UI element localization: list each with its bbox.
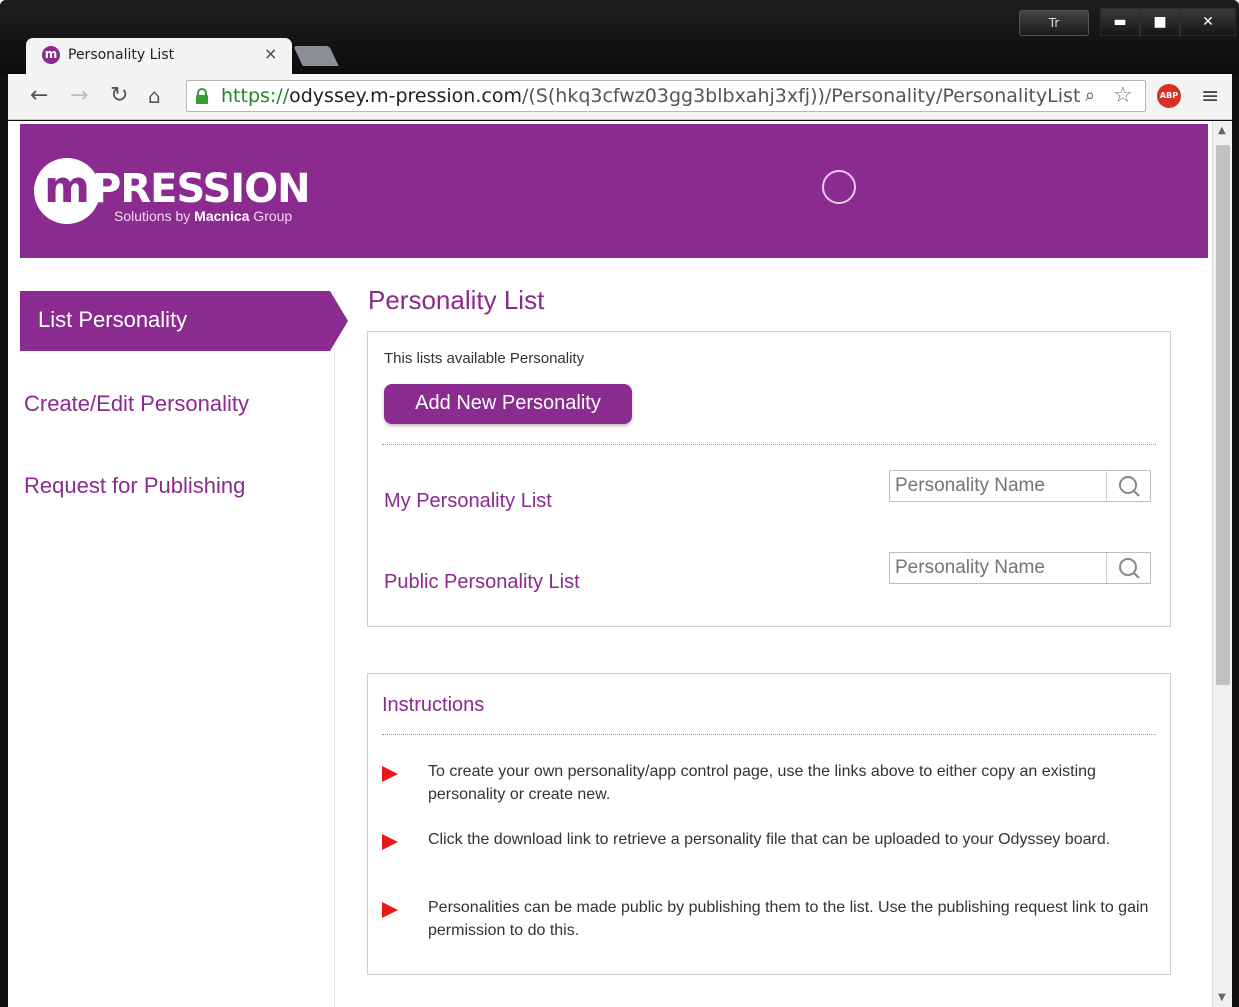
vertical-scrollbar[interactable]: ▲ ▼	[1212, 121, 1232, 1007]
url-text: https://odyssey.m-pression.com/(S(hkq3cf…	[221, 85, 1081, 107]
tab-close-icon[interactable]: ×	[264, 44, 277, 63]
public-personality-search	[889, 552, 1151, 584]
adblock-icon[interactable]: ABP	[1157, 84, 1181, 108]
home-icon[interactable]: ⌂	[148, 84, 161, 108]
scroll-up-icon[interactable]: ▲	[1218, 125, 1226, 136]
address-bar[interactable]: https://odyssey.m-pression.com/(S(hkq3cf…	[186, 80, 1146, 112]
personality-list-panel: This lists available Personality Add New…	[367, 331, 1171, 627]
arrow-bullet-icon	[382, 902, 398, 918]
sidebar-item-create-edit-personality[interactable]: Create/Edit Personality	[24, 391, 249, 417]
logo-wordmark: PRESSION	[92, 166, 311, 212]
zoom-icon[interactable]: ⌕	[1085, 85, 1095, 106]
my-personality-search	[889, 470, 1151, 502]
instruction-text: Click the download link to retrieve a pe…	[428, 831, 1111, 848]
instruction-text: To create your own personality/app contr…	[428, 763, 1096, 803]
search-icon[interactable]	[1106, 553, 1150, 583]
back-icon[interactable]: ←	[30, 84, 48, 108]
loading-spinner-icon	[822, 170, 856, 204]
sidebar-item-list-personality[interactable]: List Personality	[20, 291, 348, 351]
instructions-panel: Instructions To create your own personal…	[367, 673, 1171, 975]
close-button[interactable]: ✕	[1180, 8, 1236, 36]
add-new-personality-button[interactable]: Add New Personality	[384, 384, 632, 424]
my-personality-search-input[interactable]	[890, 471, 1106, 501]
public-personality-list-link[interactable]: Public Personality List	[384, 571, 580, 594]
scroll-down-icon[interactable]: ▼	[1218, 992, 1226, 1003]
url-scheme: https://	[221, 85, 290, 107]
lock-icon	[196, 88, 208, 104]
window-controls: ▬ ■ ✕	[1100, 8, 1236, 36]
logo-mark: m	[34, 158, 100, 224]
sidebar-item-label: List Personality	[38, 307, 188, 332]
scrollbar-thumb[interactable]	[1216, 145, 1230, 685]
logo-tagline-brand: Macnica	[194, 208, 250, 224]
url-path: /(S(hkq3cfwz03gg3blbxahj3xfj))/Personali…	[521, 85, 1081, 107]
title-bar: m Personality List × Tr ▬ ■ ✕	[0, 0, 1239, 74]
logo-tagline: Solutions by Macnica Group	[114, 208, 292, 224]
site-header: m PRESSION Solutions by Macnica Group	[20, 124, 1208, 258]
reload-icon[interactable]: ↻	[110, 84, 128, 108]
intro-text: This lists available Personality	[384, 350, 585, 367]
logo-tagline-suffix: Group	[249, 208, 293, 224]
favicon-icon: m	[42, 46, 60, 64]
instruction-text: Personalities can be made public by publ…	[428, 899, 1149, 939]
browser-tab[interactable]: m Personality List ×	[26, 38, 292, 74]
my-personality-list-link[interactable]: My Personality List	[384, 490, 552, 513]
minimize-button[interactable]: ▬	[1100, 8, 1140, 36]
tab-title: Personality List	[68, 47, 175, 63]
arrow-bullet-icon	[382, 766, 398, 782]
forward-icon[interactable]: →	[70, 84, 88, 108]
logo-tagline-prefix: Solutions by	[114, 208, 195, 224]
browser-window: m Personality List × Tr ▬ ■ ✕ ← → ↻ ⌂ ht…	[0, 0, 1239, 1007]
instructions-title: Instructions	[382, 694, 485, 716]
divider	[382, 444, 1156, 445]
sidebar-item-request-publishing[interactable]: Request for Publishing	[24, 473, 245, 499]
extension-button[interactable]: Tr	[1019, 10, 1089, 36]
page-viewport: m PRESSION Solutions by Macnica Group Li…	[8, 121, 1232, 1007]
search-icon[interactable]	[1106, 471, 1150, 501]
url-host: odyssey.m-pression.com	[289, 85, 522, 107]
public-personality-search-input[interactable]	[890, 553, 1106, 583]
sidebar: List Personality Create/Edit Personality…	[20, 291, 348, 1007]
page-title: Personality List	[368, 285, 545, 315]
browser-toolbar: ← → ↻ ⌂ https://odyssey.m-pression.com/(…	[8, 74, 1232, 120]
star-icon[interactable]: ☆	[1113, 83, 1133, 108]
divider	[382, 734, 1156, 735]
maximize-button[interactable]: ■	[1140, 8, 1180, 36]
new-tab-button[interactable]	[293, 46, 339, 66]
menu-icon[interactable]: ≡	[1201, 84, 1219, 109]
arrow-bullet-icon	[382, 834, 398, 850]
